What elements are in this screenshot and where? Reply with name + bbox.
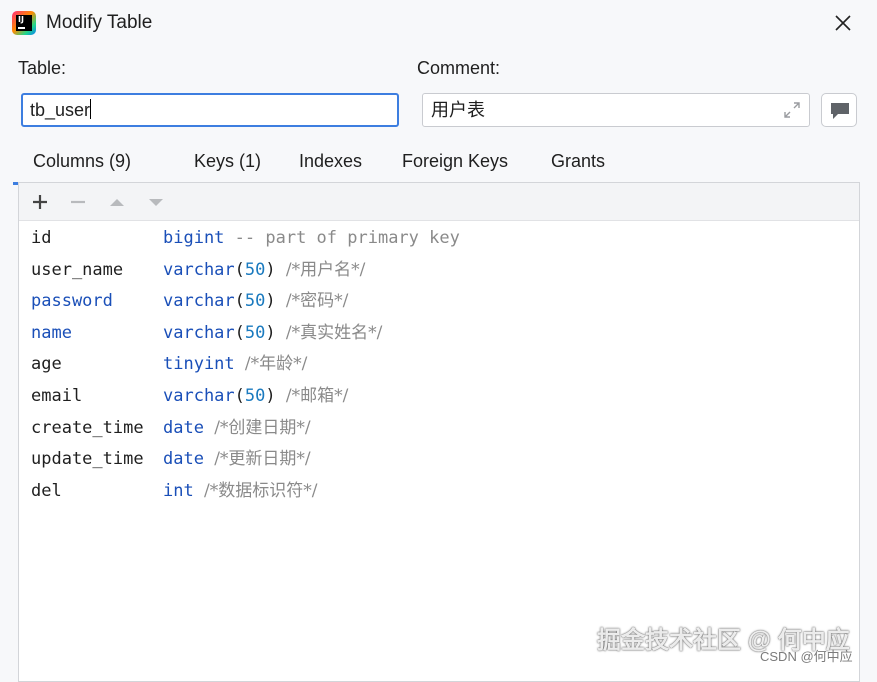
column-name: email [31,385,83,406]
columns-toolbar [19,183,859,221]
title-bar: IJ Modify Table [0,0,877,46]
tab-columns[interactable]: Columns (9) [13,148,175,185]
table-label: Table: [18,58,67,78]
column-name: id [31,228,52,248]
tab-keys[interactable]: Keys (1) [194,148,261,182]
comment-input[interactable]: 用户表 [422,93,810,127]
column-comment: /*更新日期*/ [214,449,311,470]
tab-grants[interactable]: Grants [551,148,605,182]
column-type: date [163,417,204,438]
move-up-icon[interactable] [106,191,128,213]
column-type: date [163,449,204,470]
column-size: 50 [244,259,266,280]
column-name: user_name [31,259,124,280]
column-type: tinyint [163,354,235,375]
comment-label: Comment: [417,58,501,78]
column-type: bigint [163,228,225,248]
column-name: name [31,322,72,343]
minus-icon[interactable] [67,191,89,213]
column-name: del [31,480,62,501]
column-row[interactable]: id bigint -- part of primary key [31,223,460,255]
column-size: 50 [244,322,266,343]
column-comment: /*邮箱*/ [285,385,349,406]
speech-bubble-icon [831,103,849,119]
column-comment: /*数据标识符*/ [203,480,318,501]
plus-icon[interactable] [29,191,51,213]
expand-icon[interactable] [783,101,801,119]
column-comment: /*年龄*/ [244,354,308,375]
column-row[interactable]: age tinyint /*年龄*/ [31,349,460,381]
window-title: Modify Table [46,12,153,33]
column-type: varchar [163,259,235,280]
column-comment: /*用户名*/ [285,259,366,280]
column-name: password [31,291,113,312]
column-row[interactable]: create_time date /*创建日期*/ [31,413,460,445]
text-caret [90,99,92,119]
column-row[interactable]: update_time date /*更新日期*/ [31,444,460,476]
column-name: update_time [31,449,144,470]
comment-editor-button[interactable] [821,93,857,127]
column-type: int [163,480,194,501]
column-type: varchar [163,322,235,343]
column-comment: /*创建日期*/ [214,417,311,438]
column-row[interactable]: name varchar(50) /*真实姓名*/ [31,318,460,350]
column-size: 50 [244,385,266,406]
columns-definition-editor[interactable]: id bigint -- part of primary key user_name… [31,223,460,507]
column-type: varchar [163,385,235,406]
column-row[interactable]: del int /*数据标识符*/ [31,476,460,508]
table-name-input[interactable]: tb_user [21,93,399,127]
intellij-app-icon: IJ [12,11,36,35]
column-name: age [31,354,62,375]
close-icon [835,15,851,31]
column-row[interactable]: user_name varchar(50) /*用户名*/ [31,255,460,287]
column-type: varchar [163,291,235,312]
column-comment: /*真实姓名*/ [285,322,383,343]
tab-foreign-keys[interactable]: Foreign Keys [402,148,508,182]
comment-value: 用户表 [431,100,485,120]
move-down-icon[interactable] [145,191,167,213]
column-comment: /*密码*/ [285,291,349,312]
columns-panel: id bigint -- part of primary key user_name… [18,182,860,682]
column-name: create_time [31,417,144,438]
tab-indexes[interactable]: Indexes [299,148,362,182]
table-name-value: tb_user [30,100,91,120]
column-comment: -- part of primary key [234,228,460,248]
column-size: 50 [244,291,266,312]
column-row[interactable]: password varchar(50) /*密码*/ [31,286,460,318]
column-row[interactable]: email varchar(50) /*邮箱*/ [31,381,460,413]
close-button[interactable] [826,8,860,38]
watermark-small: CSDN @何中应 [760,649,853,664]
